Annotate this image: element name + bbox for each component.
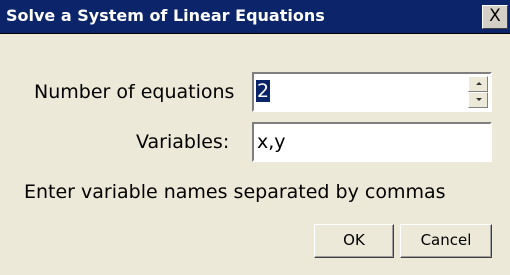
variables-label: Variables: xyxy=(136,131,230,153)
number-of-equations-value[interactable]: 2 xyxy=(256,80,271,102)
titlebar: Solve a System of Linear Equations X xyxy=(0,0,510,34)
spin-down-button[interactable] xyxy=(468,92,488,108)
variables-input[interactable]: x,y xyxy=(252,122,492,162)
number-of-equations-spinner[interactable]: 2 xyxy=(252,72,492,112)
number-of-equations-label: Number of equations xyxy=(34,81,235,103)
window-title: Solve a System of Linear Equations xyxy=(6,6,325,25)
spin-up-button[interactable] xyxy=(468,76,488,92)
spin-down-icon xyxy=(476,98,482,101)
close-button[interactable]: X xyxy=(482,5,508,29)
solve-linear-system-dialog: Solve a System of Linear Equations X Num… xyxy=(0,0,510,275)
cancel-button[interactable]: Cancel xyxy=(400,224,492,258)
ok-button[interactable]: OK xyxy=(314,224,394,258)
close-icon: X xyxy=(489,6,501,26)
variables-hint: Enter variable names separated by commas xyxy=(24,181,446,203)
spin-up-icon xyxy=(476,82,482,85)
